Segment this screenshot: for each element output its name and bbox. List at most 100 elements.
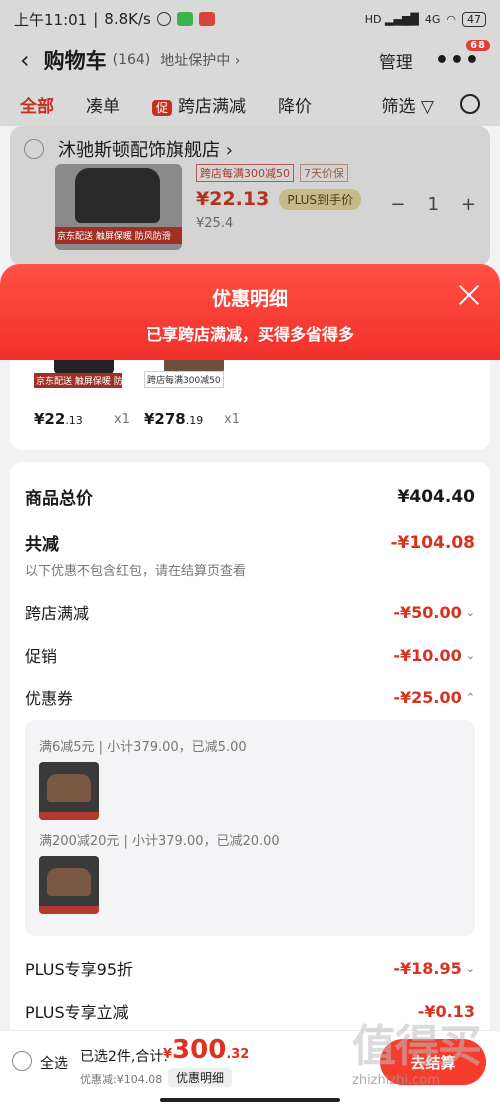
original-price: ¥25.4 [196,216,234,231]
glove-image [75,168,160,223]
mute-icon [156,12,171,26]
total-amount: ¥300.32 [163,1035,249,1065]
increase-button[interactable]: + [461,194,476,215]
page-title: 购物车 [43,49,107,73]
discount-sheet-header: 优惠明细 已享跨店满减，买得多省得多 [0,264,500,360]
cart-count: (164) [112,52,151,68]
selected-count: 已选2件,合计: [80,1049,169,1065]
watermark-url: zhizhizhi.com [352,1073,440,1088]
product-info: 跨店每满300减50 7天价保 ¥22.13 PLUS到手价 ¥25.4 [196,164,362,231]
store-card: 沐驰斯顿配饰旗舰店 › 京东配送 触屏保暖 防风防滑 跨店每满300减50 7天… [10,126,490,266]
signal-icon: HD ▂▄▆█ [364,12,419,26]
promotion-row[interactable]: 促销 -¥10.00 ⌄ [25,643,475,667]
plus-price-badge: PLUS到手价 [279,188,362,210]
plus-discount-value: -¥18.95 [393,958,462,978]
sheet-title: 优惠明细 [211,288,288,310]
status-bar: 上午11:01 | 8.8K/s HD ▂▄▆█ 4G ◠ 47 [0,0,500,38]
coupon-item-image [39,762,99,820]
discount-amount: 优惠减:¥104.08 [80,1073,163,1086]
item-price-decimal: .19 [185,414,204,427]
filter-button[interactable]: 筛选 ▽ [382,92,434,117]
decrease-button[interactable]: − [390,194,405,215]
product-price: ¥22.13 [196,188,270,210]
home-indicator[interactable] [160,1098,340,1102]
total-reduction-label: 共减 [25,535,59,555]
network-speed: 8.8K/s [104,10,151,28]
item-price: ¥278.19 [144,410,203,428]
cross-store-row[interactable]: 跨店满减 -¥50.00 ⌄ [25,600,475,624]
store-select-radio[interactable] [24,139,44,159]
quantity-stepper: − 1 + [390,194,476,215]
total-price-label: 商品总价 [25,489,93,509]
back-icon[interactable]: ‹ [20,46,30,74]
network-type: 4G [424,12,441,26]
cross-store-label: 跨店满减 [25,604,90,623]
filter-label: 筛选 [381,96,416,117]
item-qty: x1 [114,412,130,427]
item-price-main: ¥22 [34,410,66,428]
chevron-down-icon: ⌄ [465,648,475,662]
status-time: 上午11:01 [14,10,88,29]
total-price-row: 商品总价 ¥404.40 [25,484,475,510]
total-amount-decimal: .32 [226,1047,250,1062]
tab-price-drop[interactable]: 降价 [278,92,312,117]
chevron-down-icon: ⌄ [465,961,475,975]
address-protection-link[interactable]: 地址保护中 › [160,50,240,70]
coupon-rule: 满6减5元 | 小计379.00，已减5.00 [39,740,247,755]
more-icon[interactable]: ••• 68 [434,39,490,73]
item-thumb-tags: 跨店每满300减50 [144,371,224,388]
message-badge: 68 [466,39,490,51]
item-price-decimal: .13 [65,414,83,427]
tab-cross-store[interactable]: 促跨店满减 [152,92,246,117]
product-image[interactable]: 京东配送 触屏保暖 防风防滑 [55,164,182,250]
price-breakdown: 商品总价 ¥404.40 共减 -¥104.08 以下优惠不包含红包，请在结算页… [10,462,490,1040]
promotion-value: -¥10.00 [393,645,462,665]
cross-store-value: -¥50.00 [393,602,462,622]
shoe-image [47,774,91,802]
promo-icon: 促 [152,99,173,116]
coupon-row[interactable]: 优惠券 -¥25.00 ⌃ [25,685,475,709]
plus-direct-label: PLUS专享立减 [25,1003,129,1022]
promotion-label: 促销 [25,647,58,666]
coupon-details: 满6减5元 | 小计379.00，已减5.00 满200减20元 | 小计379… [25,720,475,936]
price-protect-tag: 7天价保 [300,164,348,182]
item-thumb-tags: 京东配送 触屏保暖 防风防滑 [34,373,122,388]
coupon-rule: 满200减20元 | 小计379.00，已减20.00 [39,834,280,849]
select-all-label[interactable]: 全选 [40,1053,68,1073]
sheet-subtitle: 已享跨店满减，买得多省得多 [145,325,354,344]
plus-discount-row[interactable]: PLUS专享95折 -¥18.95 ⌄ [25,956,475,980]
discount-note: 以下优惠不包含红包，请在结算页查看 [25,564,247,579]
watermark-logo: 值得买 [352,1021,482,1072]
coupon-item-image [39,856,99,914]
currency-symbol: ¥ [163,1047,173,1062]
item-thumb-shoes: 跨店每满300减50 [144,360,232,392]
manage-button[interactable]: 管理 [379,48,413,73]
store-name[interactable]: 沐驰斯顿配饰旗舰店 › [58,136,233,162]
chevron-up-icon: ⌃ [465,690,475,704]
app-notification-icon [198,12,215,26]
coupon-value: -¥25.00 [393,687,462,707]
wifi-icon: ◠ [446,12,456,26]
quantity-value[interactable]: 1 [427,194,438,215]
item-price-main: ¥278 [144,410,186,428]
discount-detail-button[interactable]: 优惠明细 [168,1068,233,1087]
tab-all[interactable]: 全部 [20,92,54,117]
total-reduction-value: -¥104.08 [390,532,476,553]
close-icon[interactable] [458,284,480,306]
cart-filter-tabs: 全部 凑单 促跨店满减 降价 筛选 ▽ [0,82,500,126]
selected-items-card: 京东配送 触屏保暖 防风防滑 ¥22.13 x1 跨店每满300减50 ¥278… [10,360,490,450]
total-price-value: ¥404.40 [397,486,475,507]
discount-sheet: 京东配送 触屏保暖 防风防滑 ¥22.13 x1 跨店每满300减50 ¥278… [0,360,500,1040]
promo-tag: 跨店每满300减50 [196,164,294,182]
more-glyph: ••• [434,47,480,73]
select-all-radio[interactable] [12,1051,32,1071]
tab-bundle[interactable]: 凑单 [86,92,120,117]
total-reduction-row: 共减 -¥104.08 [25,530,476,556]
chevron-down-icon: ⌄ [465,605,475,619]
coupon-label: 优惠券 [25,689,74,708]
item-price: ¥22.13 [34,410,83,428]
search-icon[interactable] [460,94,480,114]
plus-discount-label: PLUS专享95折 [25,960,133,979]
product-image-tags: 京东配送 触屏保暖 防风防滑 [55,227,182,244]
cart-header: ‹ 购物车 (164) 地址保护中 › 管理 ••• 68 [0,38,500,82]
